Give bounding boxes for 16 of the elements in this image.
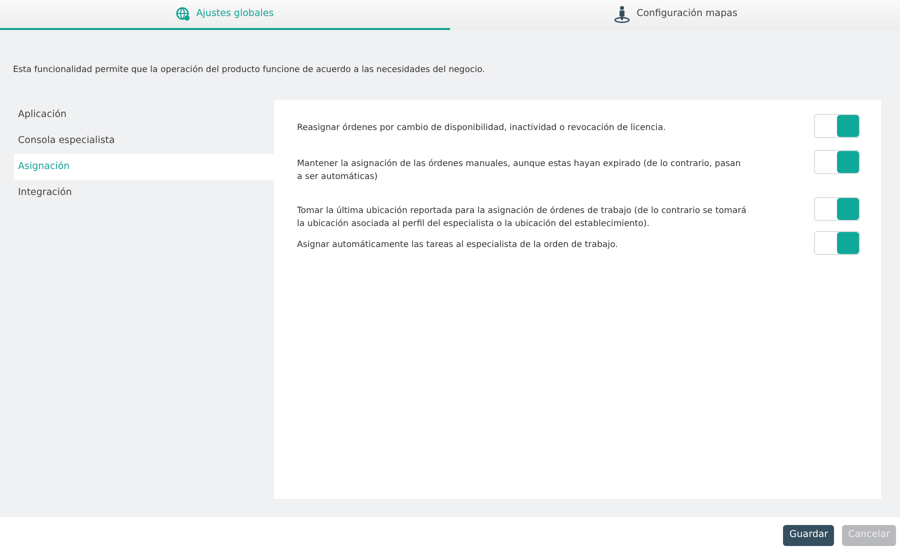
setting-label: Mantener la asignación de las órdenes manuales, aunque estas hayan expirado (de lo contrario, pasan a ser automáticas) [297,158,742,184]
toggle-switch[interactable] [814,150,860,174]
setting-label: Tomar la última ubicación reportada para la asignación de órdenes de trabajo (de lo contrario se tomará la ubicación asociada al perfil del especialista o la ubicación del establecimiento). [297,204,747,231]
setting-label: Asignar automáticamente las tareas al especialista de la orden de trabajo. [297,239,619,252]
tab[interactable]: Configuración mapas [450,0,900,30]
sidebar-item[interactable]: Consola especialista [14,128,274,154]
save-button[interactable]: Guardar [783,525,834,546]
toggle-switch[interactable] [814,231,860,256]
toggle-switch[interactable] [814,114,860,138]
toggle-switch[interactable] [814,196,860,221]
description-text: Esta funcionalidad permite que la operación del producto funcione de acuerdo a las necesidades del negocio. [13,64,486,77]
globe-icon [176,7,190,21]
person-pin-icon [612,5,631,23]
sidebar-item[interactable]: Aplicación [14,102,274,128]
sidebar-item[interactable]: Integración [14,180,274,206]
setting-label: Reasignar órdenes por cambio de disponibilidad, inactividad o revocación de licencia. [297,122,667,135]
